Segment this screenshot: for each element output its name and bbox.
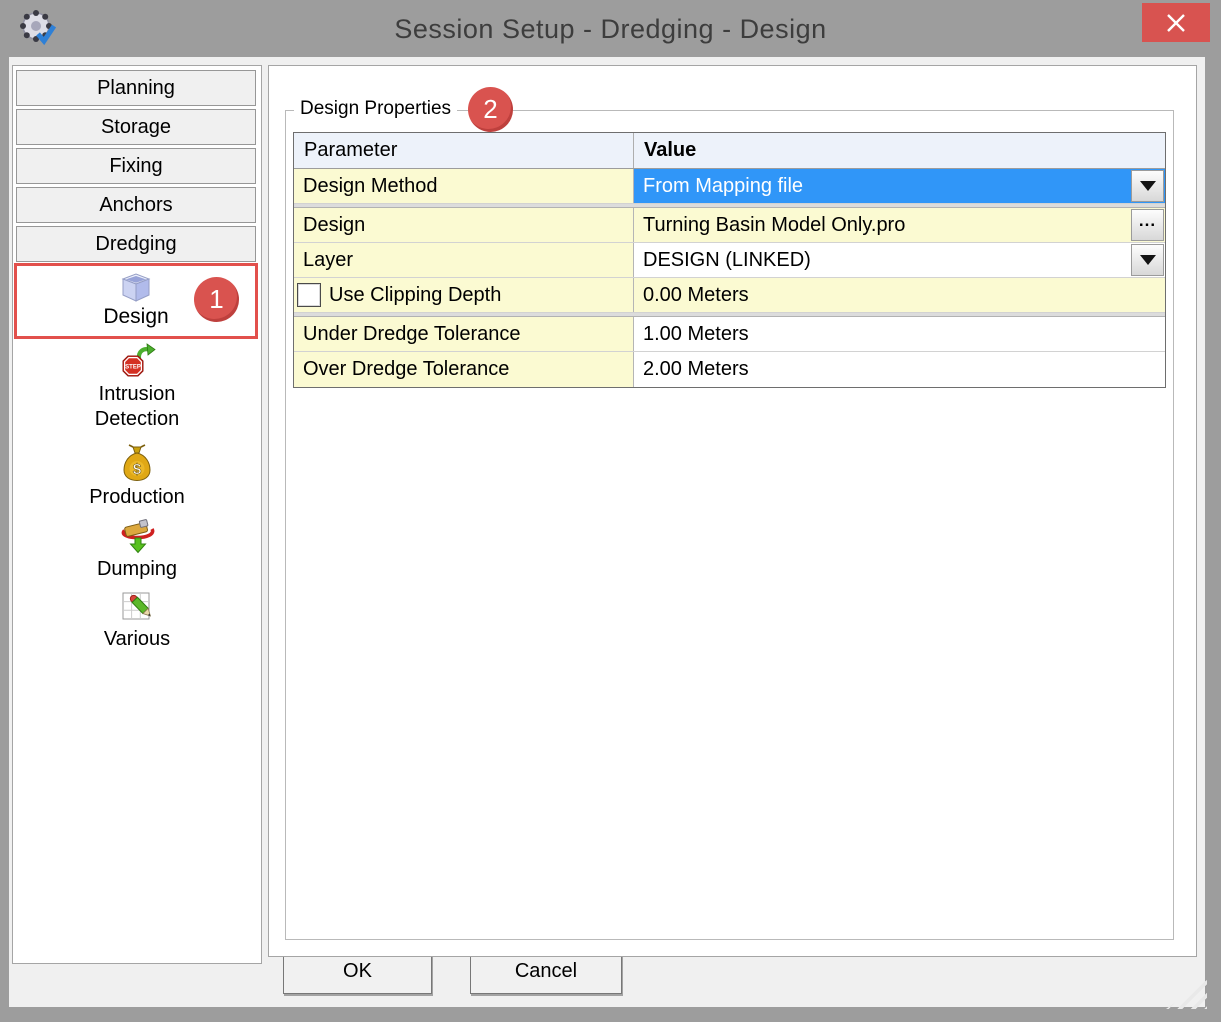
down-triangle-icon <box>1140 181 1156 191</box>
titlebar: Session Setup - Dredging - Design <box>0 0 1221 57</box>
content-panel: Design Properties Parameter Value Design… <box>268 65 1197 957</box>
sidebar-item-intrusion-detection[interactable]: STEP Intrusion Detection <box>13 342 261 432</box>
table-row: Design Method From Mapping file <box>294 169 1165 204</box>
barge-dump-arrow-icon <box>118 518 156 554</box>
sidebar-tab-anchors[interactable]: Anchors <box>16 187 256 223</box>
over-dredge-tolerance-field[interactable]: 2.00 Meters <box>634 352 1165 387</box>
sidebar-item-label: Dumping <box>72 557 202 582</box>
param-layer: Layer <box>294 243 634 277</box>
sidebar-tab-storage[interactable]: Storage <box>16 109 256 145</box>
x-icon <box>1165 13 1187 33</box>
use-clipping-depth-checkbox[interactable] <box>297 283 321 307</box>
dialog-client-area: Planning Storage Fixing Anchors Dredging… <box>9 57 1205 1007</box>
sidebar-tab-dredging[interactable]: Dredging <box>16 226 256 262</box>
stop-sign-arrow-icon: STEP <box>119 342 156 379</box>
design-file-field[interactable]: Turning Basin Model Only.pro ... <box>634 208 1165 242</box>
ellipsis-icon: ... <box>1139 216 1156 234</box>
sidebar-item-label: Production <box>72 485 202 510</box>
callout-badge-2: 2 <box>468 87 513 132</box>
sidebar-item-production[interactable]: $ Production <box>13 444 261 510</box>
column-header-value: Value <box>634 133 1165 168</box>
use-clipping-depth-label: Use Clipping Depth <box>329 284 501 307</box>
browse-button[interactable]: ... <box>1131 209 1164 241</box>
column-header-parameter: Parameter <box>294 133 634 168</box>
under-dredge-tolerance-field[interactable]: 1.00 Meters <box>634 317 1165 351</box>
money-bag-icon: $ <box>120 444 154 482</box>
dropdown-button[interactable] <box>1131 244 1164 276</box>
param-under-dredge-tolerance: Under Dredge Tolerance <box>294 317 634 351</box>
table-row: Use Clipping Depth 0.00 Meters <box>294 278 1165 313</box>
param-design-method: Design Method <box>294 169 634 203</box>
layer-dropdown[interactable]: DESIGN (LINKED) <box>634 243 1165 277</box>
dialog-title: Session Setup - Dredging - Design <box>0 14 1221 45</box>
close-button[interactable] <box>1142 3 1210 42</box>
table-row: Under Dredge Tolerance 1.00 Meters <box>294 317 1165 352</box>
under-dredge-tolerance-value: 1.00 Meters <box>634 317 1165 351</box>
properties-table: Parameter Value Design Method From Mappi… <box>293 132 1166 388</box>
sidebar-item-label: Various <box>72 627 202 652</box>
session-setup-dialog: Session Setup - Dredging - Design Planni… <box>0 0 1221 1022</box>
sidebar-panel: Planning Storage Fixing Anchors Dredging… <box>12 65 262 964</box>
layer-value: DESIGN (LINKED) <box>634 243 1130 277</box>
grid-pencil-icon <box>120 590 154 624</box>
design-method-value: From Mapping file <box>634 169 1130 203</box>
groupbox-title: Design Properties <box>294 98 457 120</box>
sidebar-item-dumping[interactable]: Dumping <box>13 518 261 582</box>
sidebar-item-label: Intrusion Detection <box>72 382 202 432</box>
param-use-clipping-depth: Use Clipping Depth <box>294 278 634 312</box>
sidebar-item-label: Design <box>103 305 168 329</box>
design-method-dropdown[interactable]: From Mapping file <box>634 169 1165 203</box>
down-triangle-icon <box>1140 255 1156 265</box>
table-row: Design Turning Basin Model Only.pro ... <box>294 208 1165 243</box>
design-properties-groupbox: Design Properties Parameter Value Design… <box>285 110 1174 940</box>
svg-text:$: $ <box>133 461 142 478</box>
param-design: Design <box>294 208 634 242</box>
open-box-icon <box>117 271 155 304</box>
sidebar-item-various[interactable]: Various <box>13 590 261 652</box>
table-row: Layer DESIGN (LINKED) <box>294 243 1165 278</box>
clipping-depth-value: 0.00 Meters <box>634 278 1165 312</box>
svg-text:STEP: STEP <box>125 365 141 371</box>
sidebar-tab-planning[interactable]: Planning <box>16 70 256 106</box>
table-header-row: Parameter Value <box>294 133 1165 169</box>
callout-badge-1: 1 <box>194 277 239 322</box>
design-file-value: Turning Basin Model Only.pro <box>634 208 1130 242</box>
sidebar-tab-fixing[interactable]: Fixing <box>16 148 256 184</box>
over-dredge-tolerance-value: 2.00 Meters <box>634 352 1165 387</box>
dropdown-button[interactable] <box>1131 170 1164 202</box>
table-row: Over Dredge Tolerance 2.00 Meters <box>294 352 1165 387</box>
clipping-depth-field[interactable]: 0.00 Meters <box>634 278 1165 312</box>
param-over-dredge-tolerance: Over Dredge Tolerance <box>294 352 634 387</box>
